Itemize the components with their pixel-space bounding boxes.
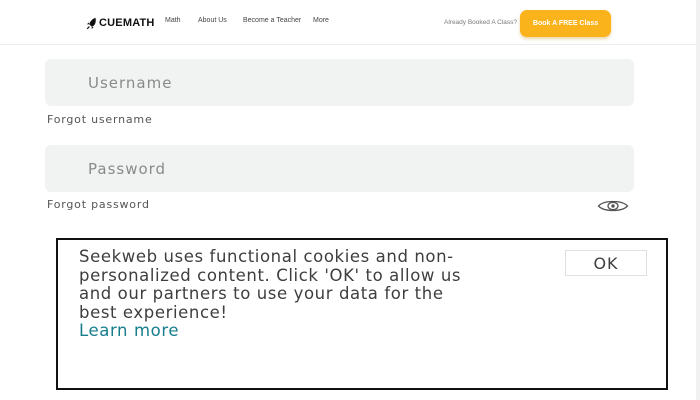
password-input[interactable]: Password: [45, 145, 634, 192]
cookie-consent-banner: Seekweb uses functional cookies and non-…: [56, 238, 668, 390]
username-input[interactable]: Username: [45, 59, 634, 106]
rocket-icon: [86, 17, 97, 30]
cookie-ok-button[interactable]: OK: [565, 250, 647, 276]
cookie-message: Seekweb uses functional cookies and non-…: [79, 247, 479, 341]
cuemath-logo[interactable]: CUEMATH: [86, 15, 155, 31]
book-free-class-button[interactable]: Book A FREE Class: [520, 10, 611, 37]
nav-link-become-teacher[interactable]: Become a Teacher: [243, 17, 301, 24]
already-booked-link[interactable]: Already Booked A Class?: [444, 19, 517, 26]
forgot-username-link[interactable]: Forgot username: [47, 113, 153, 126]
learn-more-link[interactable]: Learn more: [79, 322, 179, 341]
page-scrollbar[interactable]: [696, 0, 700, 400]
forgot-password-link[interactable]: Forgot password: [47, 198, 150, 211]
eye-icon[interactable]: [597, 199, 629, 213]
nav-link-more[interactable]: More: [313, 17, 329, 24]
nav-link-math[interactable]: Math: [165, 17, 181, 24]
logo-text: CUEMATH: [99, 17, 155, 29]
top-navbar: CUEMATH Math About Us Become a Teacher M…: [0, 0, 700, 45]
cookie-message-text: Seekweb uses functional cookies and non-…: [79, 247, 462, 322]
nav-link-about-us[interactable]: About Us: [198, 17, 227, 24]
